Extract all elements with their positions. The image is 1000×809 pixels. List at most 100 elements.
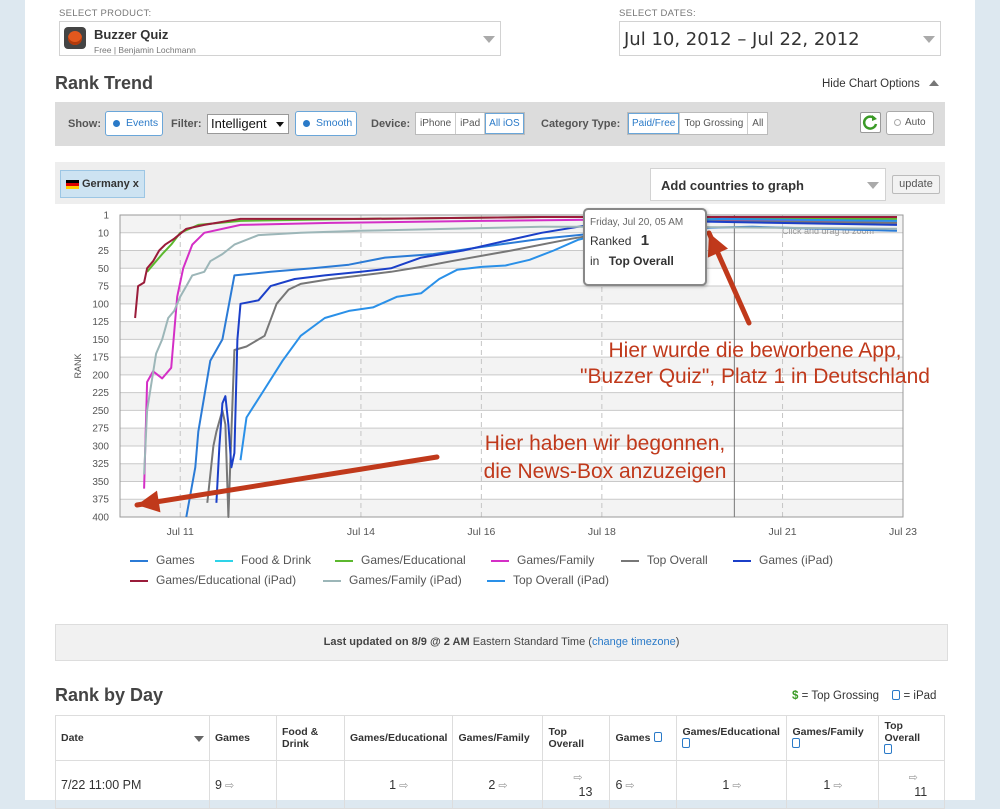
legend-swatch: [323, 580, 341, 582]
legend-item-games-educational[interactable]: Games/Educational: [335, 553, 466, 567]
header-games[interactable]: Games: [209, 715, 277, 761]
select-dates-label: SELECT DATES:: [619, 8, 696, 19]
annotation-top-line1: Hier wurde die beworbene App,: [608, 339, 902, 362]
plot-band: [120, 250, 903, 269]
legend-item-games-family-ipad[interactable]: Games/Family (iPad): [323, 573, 462, 587]
chevron-down-icon: [867, 182, 879, 189]
header-games-family-ipad[interactable]: Games/Family: [786, 715, 880, 761]
sort-icon: [194, 736, 204, 742]
legend-item-games-family[interactable]: Games/Family: [491, 553, 594, 567]
legend-swatch: [491, 560, 509, 562]
arrow-right-icon: ⇨: [498, 779, 508, 792]
cell-value: 9: [215, 777, 222, 792]
hide-chart-options-link[interactable]: Hide Chart Options: [822, 78, 939, 90]
cell-value: 6: [615, 777, 623, 792]
country-tag-germany[interactable]: Germany x: [60, 170, 145, 198]
arrow-right-icon: ⇨: [833, 779, 843, 792]
device-ipad[interactable]: iPad: [456, 113, 486, 134]
plot-band: [120, 392, 903, 411]
filter-select[interactable]: Intelligent: [207, 114, 289, 134]
smooth-toggle[interactable]: Smooth: [295, 111, 357, 136]
annotation-bottom: Hier haben wir begonnen, die News-Box an…: [425, 430, 785, 486]
arrow-right-icon: ⇨: [908, 772, 918, 784]
select-product-label: SELECT PRODUCT:: [59, 8, 152, 19]
chevron-up-icon: [929, 80, 939, 86]
category-top-grossing[interactable]: Top Grossing: [680, 113, 749, 134]
header-label: Top Overall: [884, 720, 921, 744]
y-tick-label: 400: [92, 513, 109, 524]
header-date[interactable]: Date: [55, 715, 210, 761]
device-iphone[interactable]: iPhone: [416, 113, 457, 134]
category-all[interactable]: All: [748, 113, 767, 134]
refresh-button[interactable]: [860, 112, 881, 133]
y-tick-label: 75: [98, 282, 110, 293]
arrow-right-icon: ⇨: [399, 779, 409, 792]
add-countries-select[interactable]: Add countries to graph: [650, 168, 886, 201]
legend-grossing: = Top Grossing: [801, 690, 880, 702]
legend-item-top-overall[interactable]: Top Overall: [621, 553, 708, 567]
category-segmented: Paid/Free Top Grossing All: [627, 112, 769, 135]
auto-label: Auto: [905, 117, 926, 128]
rank-by-day-title: Rank by Day: [55, 685, 164, 705]
tooltip-in-label: in: [590, 254, 600, 268]
page: SELECT PRODUCT: Buzzer Quiz Free | Benja…: [25, 0, 975, 809]
product-select[interactable]: Buzzer Quiz Free | Benjamin Lochmann: [59, 21, 501, 56]
header-games-family[interactable]: Games/Family: [452, 715, 544, 761]
product-name: Buzzer Quiz: [94, 27, 169, 42]
legend-item-food-drink[interactable]: Food & Drink: [215, 553, 311, 567]
tooltip-date: Friday, Jul 20, 05 AM: [590, 217, 684, 228]
cell-games-family-ipad: 1 ⇨: [786, 760, 880, 809]
legend-item-games-ipad[interactable]: Games (iPad): [733, 553, 833, 567]
header-label: Date: [61, 732, 84, 744]
x-tick-label: Jul 21: [769, 526, 797, 538]
header-top-overall-ipad[interactable]: Top Overall: [878, 715, 945, 761]
legend-swatch: [621, 560, 639, 562]
legend-item-top-overall-ipad[interactable]: Top Overall (iPad): [487, 573, 609, 587]
last-updated-bar: Last updated on 8/9 @ 2 AM Eastern Stand…: [55, 624, 948, 661]
ipad-icon: [892, 690, 901, 700]
legend-swatch: [215, 560, 233, 562]
y-tick-label: 100: [92, 299, 109, 310]
legend-swatch: [130, 580, 148, 582]
date-range: Jul 10, 2012 – Jul 22, 2012: [624, 29, 860, 50]
header-top-overall[interactable]: Top Overall: [542, 715, 611, 761]
arrow-right-icon: ⇨: [573, 772, 583, 784]
device-all-ios[interactable]: All iOS: [485, 113, 524, 134]
header-games-educational[interactable]: Games/Educational: [343, 715, 454, 761]
legend-swatch: [487, 580, 505, 582]
legend-item-games-educational-ipad[interactable]: Games/Educational (iPad): [130, 573, 296, 587]
change-timezone-link[interactable]: change timezone: [592, 636, 676, 648]
legend-label: Games/Educational: [361, 553, 466, 567]
chart-tooltip: Friday, Jul 20, 05 AM Ranked 1 in Top Ov…: [583, 208, 707, 286]
dollar-icon: $: [792, 690, 799, 702]
cell-games-educational: 1 ⇨: [343, 760, 454, 809]
radio-icon: [894, 119, 901, 126]
rank-trend-title: Rank Trend: [55, 73, 154, 93]
ipad-icon: [792, 738, 801, 748]
ipad-icon: [884, 744, 893, 754]
annotation-bottom-line2: die News-Box anzuzeigen: [483, 460, 727, 483]
cell-top-overall-ipad: ⇨ 11: [878, 760, 945, 809]
header-games-ipad[interactable]: Games: [609, 715, 678, 761]
country-bar: Germany x Add countries to graph update: [55, 162, 945, 204]
x-tick-label: Jul 23: [889, 526, 917, 538]
header-games-educational-ipad[interactable]: Games/Educational: [676, 715, 788, 761]
legend-item-games[interactable]: Games: [130, 553, 195, 567]
category-paid-free[interactable]: Paid/Free: [628, 113, 681, 134]
header-food-drink[interactable]: Food & Drink: [276, 715, 345, 761]
auto-toggle[interactable]: Auto: [886, 111, 934, 135]
y-tick-label: 25: [98, 246, 110, 257]
x-tick-label: Jul 11: [167, 526, 194, 538]
events-toggle[interactable]: Events: [105, 111, 163, 136]
cell-value: 1: [823, 777, 831, 792]
cell-games: 9 ⇨: [209, 760, 277, 809]
update-button[interactable]: update: [892, 175, 940, 194]
last-updated-text: Last updated on 8/9 @ 2 AM: [323, 636, 470, 648]
date-select[interactable]: Jul 10, 2012 – Jul 22, 2012: [619, 21, 941, 56]
country-tag-label: Germany x: [82, 178, 139, 190]
cell-top-overall: ⇨ 13: [542, 760, 611, 809]
cell-value: 1: [389, 777, 397, 792]
category-type-label: Category Type:: [541, 118, 621, 130]
filter-value: Intelligent: [211, 116, 267, 131]
filter-label: Filter:: [171, 118, 202, 130]
